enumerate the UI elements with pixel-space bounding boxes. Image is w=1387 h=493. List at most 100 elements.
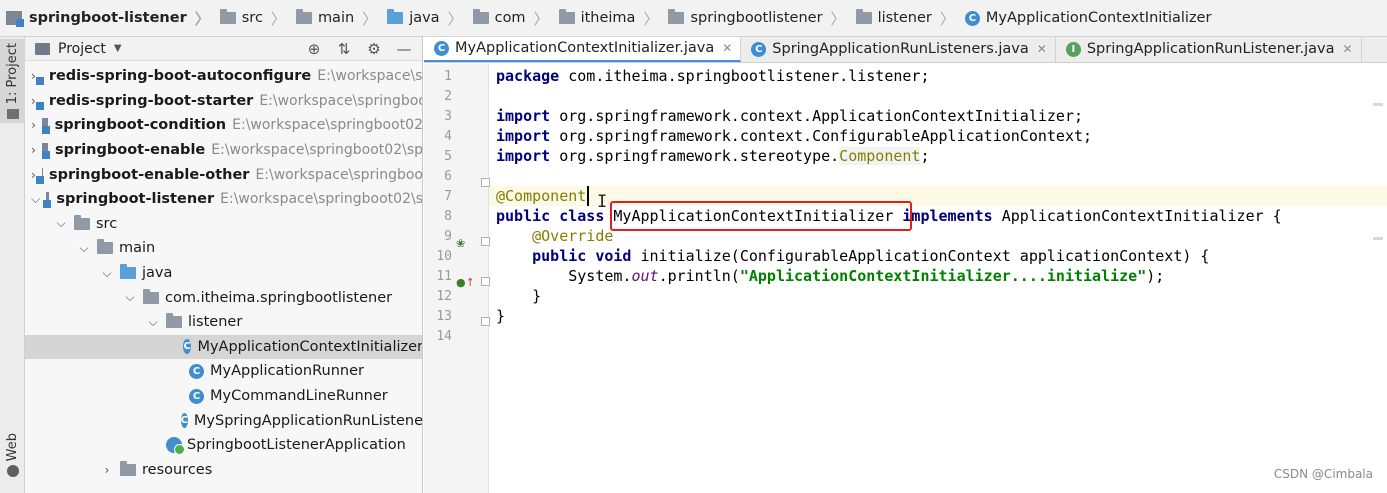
tree-item-path: E:\workspace\springboot02 [232,117,423,134]
code-area[interactable]: package com.itheima.springbootlistener.l… [496,64,1387,493]
breadcrumb-item[interactable]: itheima 〉 [558,0,669,36]
editor-tab[interactable]: C SpringApplicationRunListeners.java ✕ [741,37,1056,62]
breadcrumb-label: itheima [580,10,636,26]
chevron-right-icon[interactable]: › [31,118,36,132]
tree-row[interactable]: ⌵ springboot-listener E:\workspace\springb… [25,187,422,212]
scrollbar-marker [1373,237,1383,240]
editor-tab-bar: C MyApplicationContextInitializer.java ✕ C S… [424,37,1387,63]
tree-item-label: redis-spring-boot-starter [48,92,254,109]
fold-marker[interactable] [481,277,490,286]
tree-item-path: E:\workspace\springboo [255,166,423,183]
editor-gutter: ❀ ●↑ 1 2 3 4 5 6 7 8 9 10 11 12 13 14 [424,64,490,493]
breadcrumb-item[interactable]: java 〉 [387,0,472,36]
chevron-down-icon[interactable]: ⌵ [100,266,114,281]
project-view-selector[interactable]: Project [58,41,106,57]
close-icon[interactable]: ✕ [1342,42,1352,56]
tree-row[interactable]: ⌵ com.itheima.springbootlistener [25,285,422,310]
code-token: out [631,267,659,285]
line-number: 2 [444,89,452,104]
tree-row[interactable]: ⌵ listener [25,310,422,335]
tree-row[interactable]: ⌵ src [25,212,422,237]
tree-row[interactable]: › resources [25,458,422,483]
breadcrumb-item[interactable]: C MyApplicationContextInitializer [964,0,1216,36]
code-token: } [496,287,542,305]
project-view-icon [35,42,50,55]
tree-row[interactable]: ⌵ java [25,261,422,286]
tree-item-label: redis-spring-boot-autoconfigure [48,68,312,85]
fold-marker[interactable] [481,237,490,246]
project-panel: Project ▼ ⊕ ⇅ ⚙ — › redis-spring-boot-aut… [25,37,423,493]
code-token: .println( [658,267,740,285]
code-token: } [496,307,506,325]
source-folder-icon [120,264,136,280]
chevron-down-icon[interactable]: ⌵ [146,315,160,330]
code-token: ); [1146,267,1165,285]
web-tool-tab[interactable]: Web [0,425,25,485]
breadcrumb-item[interactable]: springboot-listener 〉 [6,0,220,36]
editor-tab[interactable]: C MyApplicationContextInitializer.java ✕ [424,37,742,62]
tree-row[interactable]: ·CMyApplicationContextInitializer [25,334,423,360]
line-number: 5 [444,149,452,164]
chevron-right-icon: 〉 [194,9,210,28]
tree-item-label: java [142,265,173,282]
chevron-down-icon[interactable]: ⌵ [31,192,40,207]
chevron-down-icon[interactable]: ⌵ [77,241,91,256]
code-token: package [496,67,560,85]
package-icon [143,288,159,304]
code-token: import [496,147,551,165]
line-number: 14 [436,329,452,344]
close-icon[interactable]: ✕ [722,41,732,55]
breadcrumb-item[interactable]: main 〉 [295,0,387,36]
code-line-12: } [496,286,541,306]
implements-gutter-icon[interactable]: ●↑ [456,276,475,289]
class-icon: C [180,413,188,429]
project-panel-header: Project ▼ ⊕ ⇅ ⚙ — [25,37,422,61]
tree-row[interactable]: ·CMyCommandLineRunner [25,384,422,409]
chevron-right-icon[interactable]: › [100,463,114,477]
minimize-icon[interactable]: — [394,40,414,58]
code-line-1: package com.itheima.springbootlistener.l… [496,66,929,86]
tree-row[interactable]: › springboot-enable E:\workspace\springboo… [25,138,422,163]
code-line-13: } [496,306,505,326]
project-tool-tab[interactable]: 1: Project [0,39,25,123]
fold-marker[interactable] [481,317,490,326]
breadcrumb-item[interactable]: src 〉 [219,0,296,36]
tree-item-label: SpringbootListenerApplication [187,437,406,454]
tree-row[interactable]: ⌵ main [25,236,422,261]
editor-tab[interactable]: I SpringApplicationRunListener.java ✕ [1056,37,1362,62]
tree-row[interactable]: › springboot-enable-other E:\workspace\spr… [25,162,423,187]
tree-row[interactable]: › redis-spring-boot-autoconfigure E:\works… [25,64,422,89]
collapse-all-icon[interactable]: ⇅ [334,40,354,58]
line-number: 12 [436,289,452,304]
line-number: 8 [444,209,452,224]
tree-row[interactable]: › springboot-condition E:\workspace\spring… [25,113,423,138]
tree-row[interactable]: › redis-spring-boot-starter E:\workspace\s… [25,89,422,114]
chevron-down-icon[interactable]: ⌵ [54,216,68,231]
tree-row[interactable]: ·CMyApplicationRunner [25,359,422,384]
code-token: public class [496,207,605,225]
locate-file-icon[interactable]: ⊕ [304,40,324,58]
chevron-right-icon[interactable]: › [31,143,36,157]
chevron-right-icon: 〉 [447,9,463,28]
tree-item-label: springboot-enable-other [49,166,250,183]
tree-item-label: MyApplicationContextInitializer [197,338,423,355]
code-line-7: @Component [496,186,586,206]
gear-icon[interactable]: ⚙ [364,40,384,58]
chevron-right-icon: 〉 [830,9,846,28]
tree-item-label: MySpringApplicationRunListene [193,412,423,429]
close-icon[interactable]: ✕ [1037,42,1047,56]
editor-tab-label: SpringApplicationRunListeners.java [772,41,1029,57]
tree-row[interactable]: ·CMySpringApplicationRunListene [25,408,423,433]
spring-bean-gutter-icon[interactable]: ❀ [456,237,465,250]
chevron-down-icon[interactable]: ⌵ [123,290,137,305]
class-icon: C [751,41,767,57]
fold-marker[interactable] [481,178,490,187]
text-caret [587,186,589,206]
code-token: public void [496,247,632,265]
tree-row[interactable]: ·SpringbootListenerApplication [25,433,422,458]
chevron-down-icon[interactable]: ▼ [114,43,122,54]
breadcrumb-item[interactable]: springbootlistener 〉 [668,0,855,36]
line-number: 1 [444,69,452,84]
breadcrumb-item[interactable]: listener 〉 [855,0,965,36]
breadcrumb-item[interactable]: com 〉 [472,0,559,36]
